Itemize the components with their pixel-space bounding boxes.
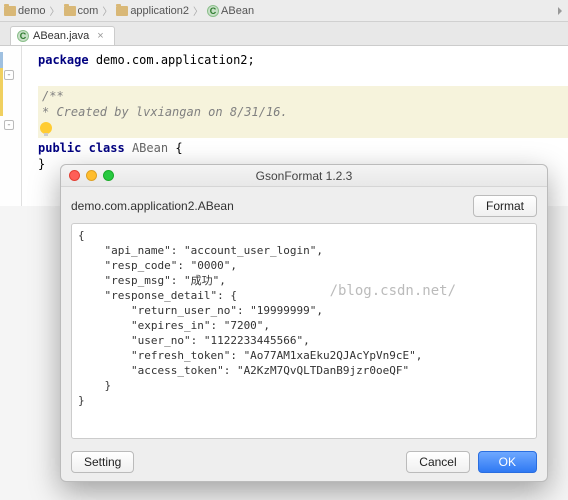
keyword-package: package [38, 53, 89, 67]
chevron-right-icon: 〉 [100, 3, 114, 18]
tab-abean-java[interactable]: C ABean.java × [10, 26, 115, 45]
dialog-title: GsonFormat 1.2.3 [256, 169, 353, 183]
json-textarea[interactable]: { "api_name": "account_user_login", "res… [71, 223, 537, 439]
code-lines: package demo.com.application2; /** * Cre… [0, 46, 568, 172]
chevron-right-icon: 〉 [191, 3, 205, 18]
breadcrumb: demo 〉 com 〉 application2 〉 C ABean [0, 0, 568, 22]
tab-filename: ABean.java [33, 30, 89, 42]
editor-tabs: C ABean.java × [0, 22, 568, 46]
dialog-titlebar[interactable]: GsonFormat 1.2.3 [61, 165, 547, 187]
folder-icon [4, 6, 16, 16]
ok-button[interactable]: OK [478, 451, 537, 473]
change-marker [0, 68, 3, 116]
dropdown-icon[interactable] [558, 7, 562, 15]
gsonformat-dialog: GsonFormat 1.2.3 demo.com.application2.A… [60, 164, 548, 482]
zoom-window-icon[interactable] [103, 170, 114, 181]
breadcrumb-item-com[interactable]: com [64, 5, 99, 17]
breadcrumb-label: demo [18, 5, 46, 17]
close-icon[interactable]: × [97, 30, 103, 42]
breadcrumb-label: ABean [221, 5, 254, 17]
close-window-icon[interactable] [69, 170, 80, 181]
change-marker [0, 52, 3, 68]
cancel-button[interactable]: Cancel [406, 451, 469, 473]
lightbulb-icon[interactable] [40, 122, 52, 134]
breadcrumb-item-abean[interactable]: C ABean [207, 5, 254, 17]
window-controls [69, 170, 114, 181]
class-icon: C [17, 30, 29, 42]
javadoc-block: /** * Created by lvxiangan on 8/31/16. [38, 86, 568, 138]
breadcrumb-item-application2[interactable]: application2 [116, 5, 189, 17]
dialog-body: demo.com.application2.ABean Format { "ap… [61, 187, 547, 445]
setting-button[interactable]: Setting [71, 451, 134, 473]
fold-icon[interactable]: - [4, 120, 14, 130]
breadcrumb-label: com [78, 5, 99, 17]
keyword-class: class [89, 141, 125, 155]
format-button[interactable]: Format [473, 195, 537, 217]
breadcrumb-label: application2 [130, 5, 189, 17]
json-content: { "api_name": "account_user_login", "res… [78, 229, 422, 407]
folder-icon [64, 6, 76, 16]
fold-icon[interactable]: - [4, 70, 14, 80]
doc-line: * Created by lvxiangan on 8/31/16. [42, 104, 568, 120]
doc-open: /** [42, 88, 568, 104]
brace-open: { [175, 141, 182, 155]
breadcrumb-item-demo[interactable]: demo [4, 5, 46, 17]
class-path-label: demo.com.application2.ABean [71, 199, 234, 213]
package-path: demo.com.application2; [96, 53, 255, 67]
watermark-text: /blog.csdn.net/ [330, 284, 456, 299]
minimize-window-icon[interactable] [86, 170, 97, 181]
chevron-right-icon: 〉 [48, 3, 62, 18]
folder-icon [116, 6, 128, 16]
keyword-public: public [38, 141, 81, 155]
dialog-footer: Setting Cancel OK [61, 445, 547, 481]
class-icon: C [207, 5, 219, 17]
class-name: ABean [132, 141, 168, 155]
